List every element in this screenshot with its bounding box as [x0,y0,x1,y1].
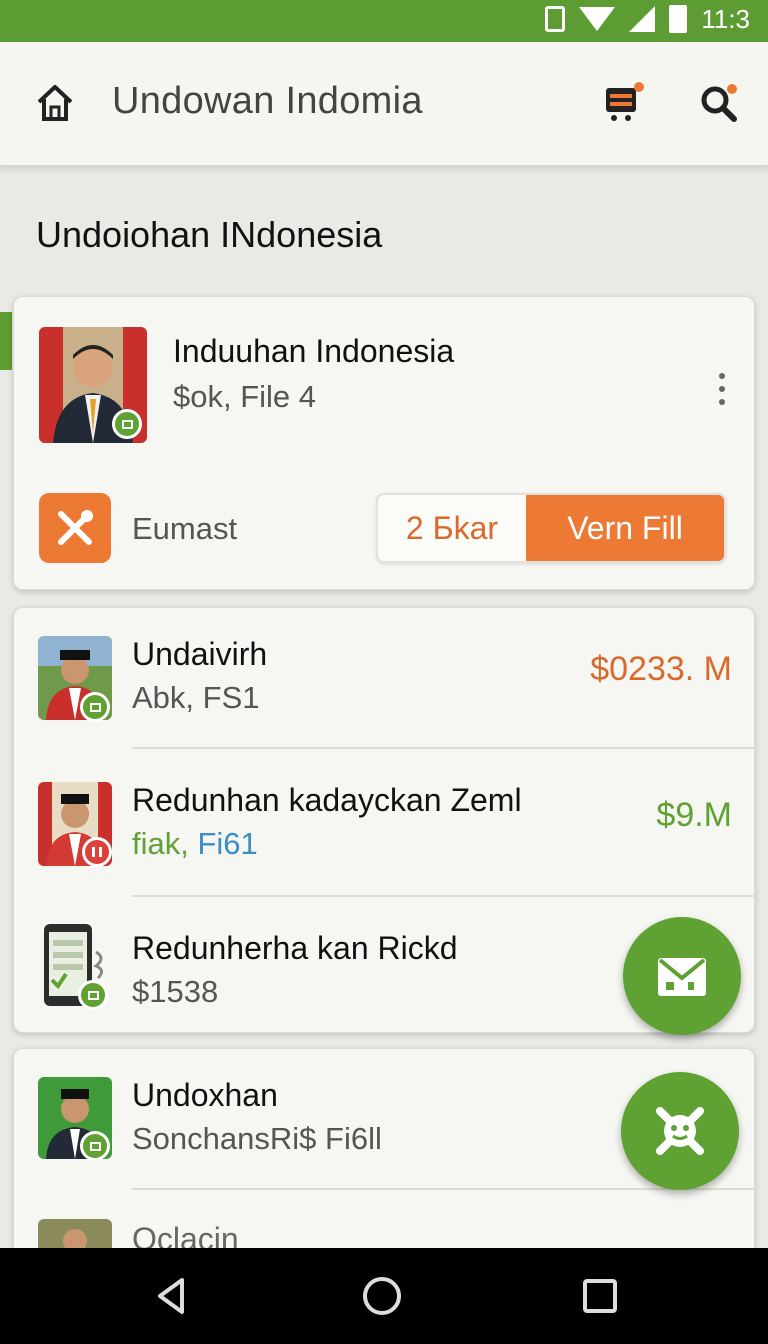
item-price: $0233. M [590,650,732,688]
item-price: $9.M [656,796,732,834]
item-title: Redunhan kadayckan Zeml [132,782,522,818]
featured-title: Induuhan Indonesia [173,333,455,369]
item-subtitle: SonchansRi$ Fi6ll [132,1121,382,1156]
mail-fab-button[interactable] [623,917,741,1035]
item-title: Undoxhan [132,1077,278,1113]
featured-card[interactable]: Induuhan Indonesia $ok, File 4 Eumast 2 … [13,296,755,590]
segment-left-button[interactable]: 2 Бkar [378,495,526,561]
battery-icon [669,5,688,33]
tools-icon [58,510,93,545]
cart-button[interactable] [598,78,648,128]
segment-right-button[interactable]: Vern Fill [526,495,724,561]
section-title: Undoiohan INdonesia [36,214,383,255]
system-nav-bar [0,1248,768,1344]
status-bar: 11:3 [0,0,768,42]
home-nav-button[interactable] [358,1272,406,1320]
bot-icon [656,1107,704,1155]
signal-icon [629,6,656,32]
divider [132,895,754,897]
tools-button[interactable] [39,493,111,563]
home-circle-icon [363,1277,401,1315]
back-icon [158,1278,184,1314]
action-label: Eumast [132,511,238,546]
featured-badge [112,409,142,439]
segment-control: 2 Бkar Vern Fill [376,493,726,563]
home-icon [37,85,73,121]
more-options-button[interactable] [714,369,730,409]
item-subtitle: $1538 [132,974,219,1009]
phone-icon [545,6,566,32]
recents-icon [583,1279,617,1313]
cart-icon [606,82,644,121]
search-icon [701,84,737,122]
item-badge [82,837,112,867]
mail-icon [658,958,706,996]
recents-button[interactable] [576,1272,624,1320]
featured-subtitle: $ok, File 4 [173,379,317,414]
divider [132,1188,754,1190]
item-title: Undaivirh [132,636,268,672]
app-bar: Undowan Indomia [0,42,768,166]
back-button[interactable] [148,1272,196,1320]
item-badge [78,980,108,1010]
item-subtitle: fiak, Fi61 [132,826,258,862]
item-subtitle-green: fiak, [132,826,198,861]
status-icons: 11:3 [545,4,750,34]
wifi-icon [579,7,616,31]
search-button[interactable] [694,78,744,128]
item-subtitle: Abk, FS1 [132,680,260,715]
status-time: 11:3 [701,3,750,34]
item-title: Redunherha kan Rickd [132,930,458,966]
bot-fab-button[interactable] [621,1072,739,1190]
item-subtitle-blue: Fi61 [197,826,258,861]
home-button[interactable] [30,78,80,128]
item-badge [80,692,110,722]
item-badge [80,1131,110,1161]
app-title: Undowan Indomia [112,80,423,122]
divider [132,747,754,749]
left-accent-bar [0,312,12,370]
